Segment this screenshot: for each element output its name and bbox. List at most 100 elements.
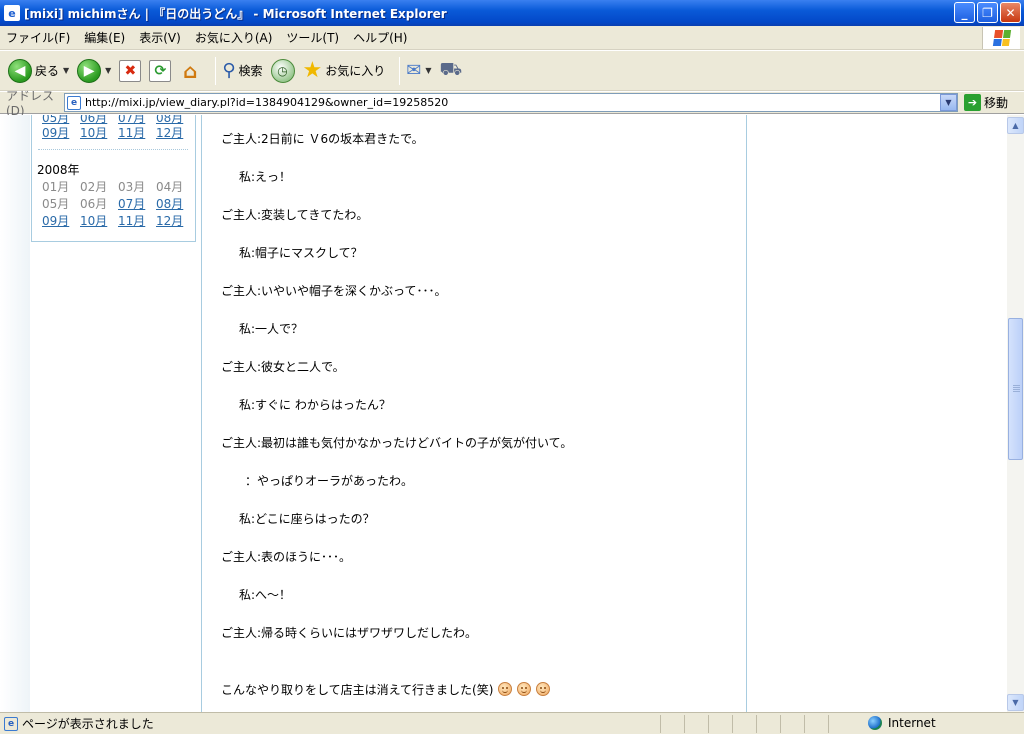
calendar-month: 01月 — [42, 180, 70, 194]
search-icon: ⚲ — [222, 60, 236, 81]
calendar-month-link[interactable]: 08月 — [156, 195, 194, 212]
maximize-button[interactable]: ❐ — [977, 2, 998, 23]
home-icon: ⌂ — [183, 58, 198, 83]
diary-line: ご主人:帰る時くらいにはザワザワしだしたわ。 — [221, 626, 478, 640]
windows-flag-icon — [992, 30, 1011, 46]
status-panels — [660, 715, 852, 733]
calendar-month-link[interactable]: 11月 — [118, 212, 156, 229]
toolbar-separator — [215, 56, 217, 85]
go-label: 移動 — [984, 96, 1009, 110]
diary-calendar: 05月 06月 07月 08月 09月 10月 11月 12月 2008年 01… — [31, 115, 196, 242]
menu-edit[interactable]: 編集(E) — [84, 29, 125, 46]
toolbar-separator — [399, 56, 401, 85]
smiley-icon — [498, 682, 513, 696]
favorites-button[interactable]: ★ お気に入り — [303, 58, 386, 83]
window-title: [mixi] michimさん | 『日の出うどん』 - Microsoft I… — [24, 6, 447, 21]
stop-button[interactable]: ✖ — [119, 59, 142, 82]
zone-label: Internet — [888, 716, 936, 730]
menu-view[interactable]: 表示(V) — [139, 29, 181, 46]
grip-icon — [1013, 385, 1020, 393]
status-bar: e ページが表示されました Internet — [0, 712, 1024, 734]
menu-file[interactable]: ファイル(F) — [6, 29, 70, 46]
diary-closing-text: こんなやり取りをして店主は消えて行きました(笑) — [221, 683, 494, 697]
address-label: アドレス(D) — [6, 89, 55, 118]
star-icon: ★ — [302, 58, 323, 83]
close-button[interactable]: ✕ — [1000, 2, 1021, 23]
left-margin — [0, 115, 30, 712]
search-button[interactable]: ⚲ 検索 — [222, 60, 262, 81]
chevron-down-icon[interactable]: ▼ — [63, 66, 69, 75]
back-label: 戻る — [35, 64, 60, 78]
scroll-thumb[interactable] — [1008, 318, 1023, 460]
calendar-month-link[interactable]: 09月 — [42, 124, 80, 141]
back-button[interactable]: ◀ 戻る ▼ — [8, 58, 69, 83]
diary-line: ご主人:表のほうに･･･。 — [221, 550, 352, 564]
address-url[interactable]: http://mixi.jp/view_diary.pl?id=13849041… — [85, 96, 940, 109]
back-arrow-icon: ◀ — [8, 58, 32, 83]
scroll-down-icon[interactable]: ▼ — [1007, 694, 1024, 711]
history-button[interactable]: ◷ — [270, 58, 295, 83]
mail-icon: ✉ — [406, 60, 422, 81]
calendar-row: 09月 10月 11月 12月 — [42, 212, 194, 229]
chevron-down-icon[interactable]: ▼ — [425, 66, 431, 75]
calendar-month: 04月 — [156, 180, 184, 194]
security-zone: Internet — [868, 716, 936, 730]
calendar-month-link[interactable]: 07月 — [118, 195, 156, 212]
calendar-row: 05月 06月 07月 08月 — [42, 195, 194, 212]
calendar-row: 01月 02月 03月 04月 — [42, 178, 194, 195]
calendar-divider — [38, 149, 188, 150]
diary-line: 私:へ～！ — [239, 588, 292, 602]
menu-favorites[interactable]: お気に入り(A) — [195, 29, 273, 46]
diary-line: ：やっぱりオーラがあったわ。 — [245, 474, 414, 488]
column-border — [201, 115, 202, 712]
diary-line: 私:帽子にマスクして？ — [239, 246, 363, 260]
menu-bar: ファイル(F) 編集(E) 表示(V) お気に入り(A) ツール(T) ヘルプ(… — [0, 26, 1024, 50]
go-arrow-icon: ➔ — [964, 94, 981, 111]
minimize-button[interactable]: _ — [954, 2, 975, 23]
calendar-month: 03月 — [118, 180, 146, 194]
smiley-icon — [536, 682, 551, 696]
refresh-icon: ⟳ — [149, 59, 172, 82]
diary-line: ご主人:2日前に Ｖ6の坂本君きたで。 — [221, 132, 424, 146]
page-icon: e — [67, 95, 81, 110]
diary-closing-line: こんなやり取りをして店主は消えて行きました(笑) — [221, 681, 551, 698]
calendar-month-link[interactable]: 09月 — [42, 212, 80, 229]
chevron-down-icon[interactable]: ▼ — [940, 94, 957, 111]
chevron-down-icon[interactable]: ▼ — [105, 66, 111, 75]
mail-button[interactable]: ✉ ▼ — [406, 60, 431, 81]
diary-line: ご主人:彼女と二人で。 — [221, 360, 345, 374]
forward-button[interactable]: ▶ ▼ — [77, 58, 111, 83]
history-icon: ◷ — [270, 58, 295, 83]
stop-icon: ✖ — [119, 59, 142, 82]
diary-line: ご主人:いやいや帽子を深くかぶって･･･。 — [221, 284, 447, 298]
diary-line: 私:どこに座らはったの？ — [239, 512, 375, 526]
menu-help[interactable]: ヘルプ(H) — [353, 29, 407, 46]
diary-line: 私:一人で？ — [239, 322, 304, 336]
diary-line: ご主人:最初は誰も気付かなかったけどバイトの子が気が付いて。 — [221, 436, 573, 450]
home-button[interactable]: ⌂ — [179, 58, 201, 83]
calendar-month-link[interactable]: 10月 — [80, 212, 118, 229]
vertical-scrollbar[interactable]: ▲ ▼ — [1007, 115, 1024, 712]
go-button[interactable]: ➔ 移動 — [964, 94, 1008, 111]
diary-line: 私:えっ！ — [239, 170, 292, 184]
calendar-row: 09月 10月 11月 12月 — [42, 124, 194, 141]
calendar-month: 02月 — [80, 180, 108, 194]
toolbar: ◀ 戻る ▼ ▶ ▼ ✖ ⟳ ⌂ ⚲ 検索 ◷ ★ お気に入り ✉ ▼ ⛟ — [0, 51, 1024, 91]
scroll-up-icon[interactable]: ▲ — [1007, 117, 1024, 134]
search-label: 検索 — [238, 64, 263, 78]
address-input[interactable]: e http://mixi.jp/view_diary.pl?id=138490… — [64, 93, 958, 112]
print-button[interactable]: ⛟ — [440, 59, 463, 83]
calendar-month-link[interactable]: 12月 — [156, 212, 194, 229]
column-border — [746, 115, 747, 712]
ie-icon: e — [4, 5, 20, 21]
refresh-button[interactable]: ⟳ — [149, 59, 172, 82]
favorites-label: お気に入り — [325, 64, 386, 78]
smiley-icon — [517, 682, 532, 696]
calendar-month-link[interactable]: 11月 — [118, 124, 156, 141]
calendar-month-link[interactable]: 10月 — [80, 124, 118, 141]
calendar-month: 06月 — [80, 197, 108, 211]
calendar-month-link[interactable]: 12月 — [156, 124, 194, 141]
menu-tools[interactable]: ツール(T) — [286, 29, 339, 46]
window-title-bar: e [mixi] michimさん | 『日の出うどん』 - Microsoft… — [0, 0, 1024, 26]
status-text: ページが表示されました — [22, 717, 154, 731]
